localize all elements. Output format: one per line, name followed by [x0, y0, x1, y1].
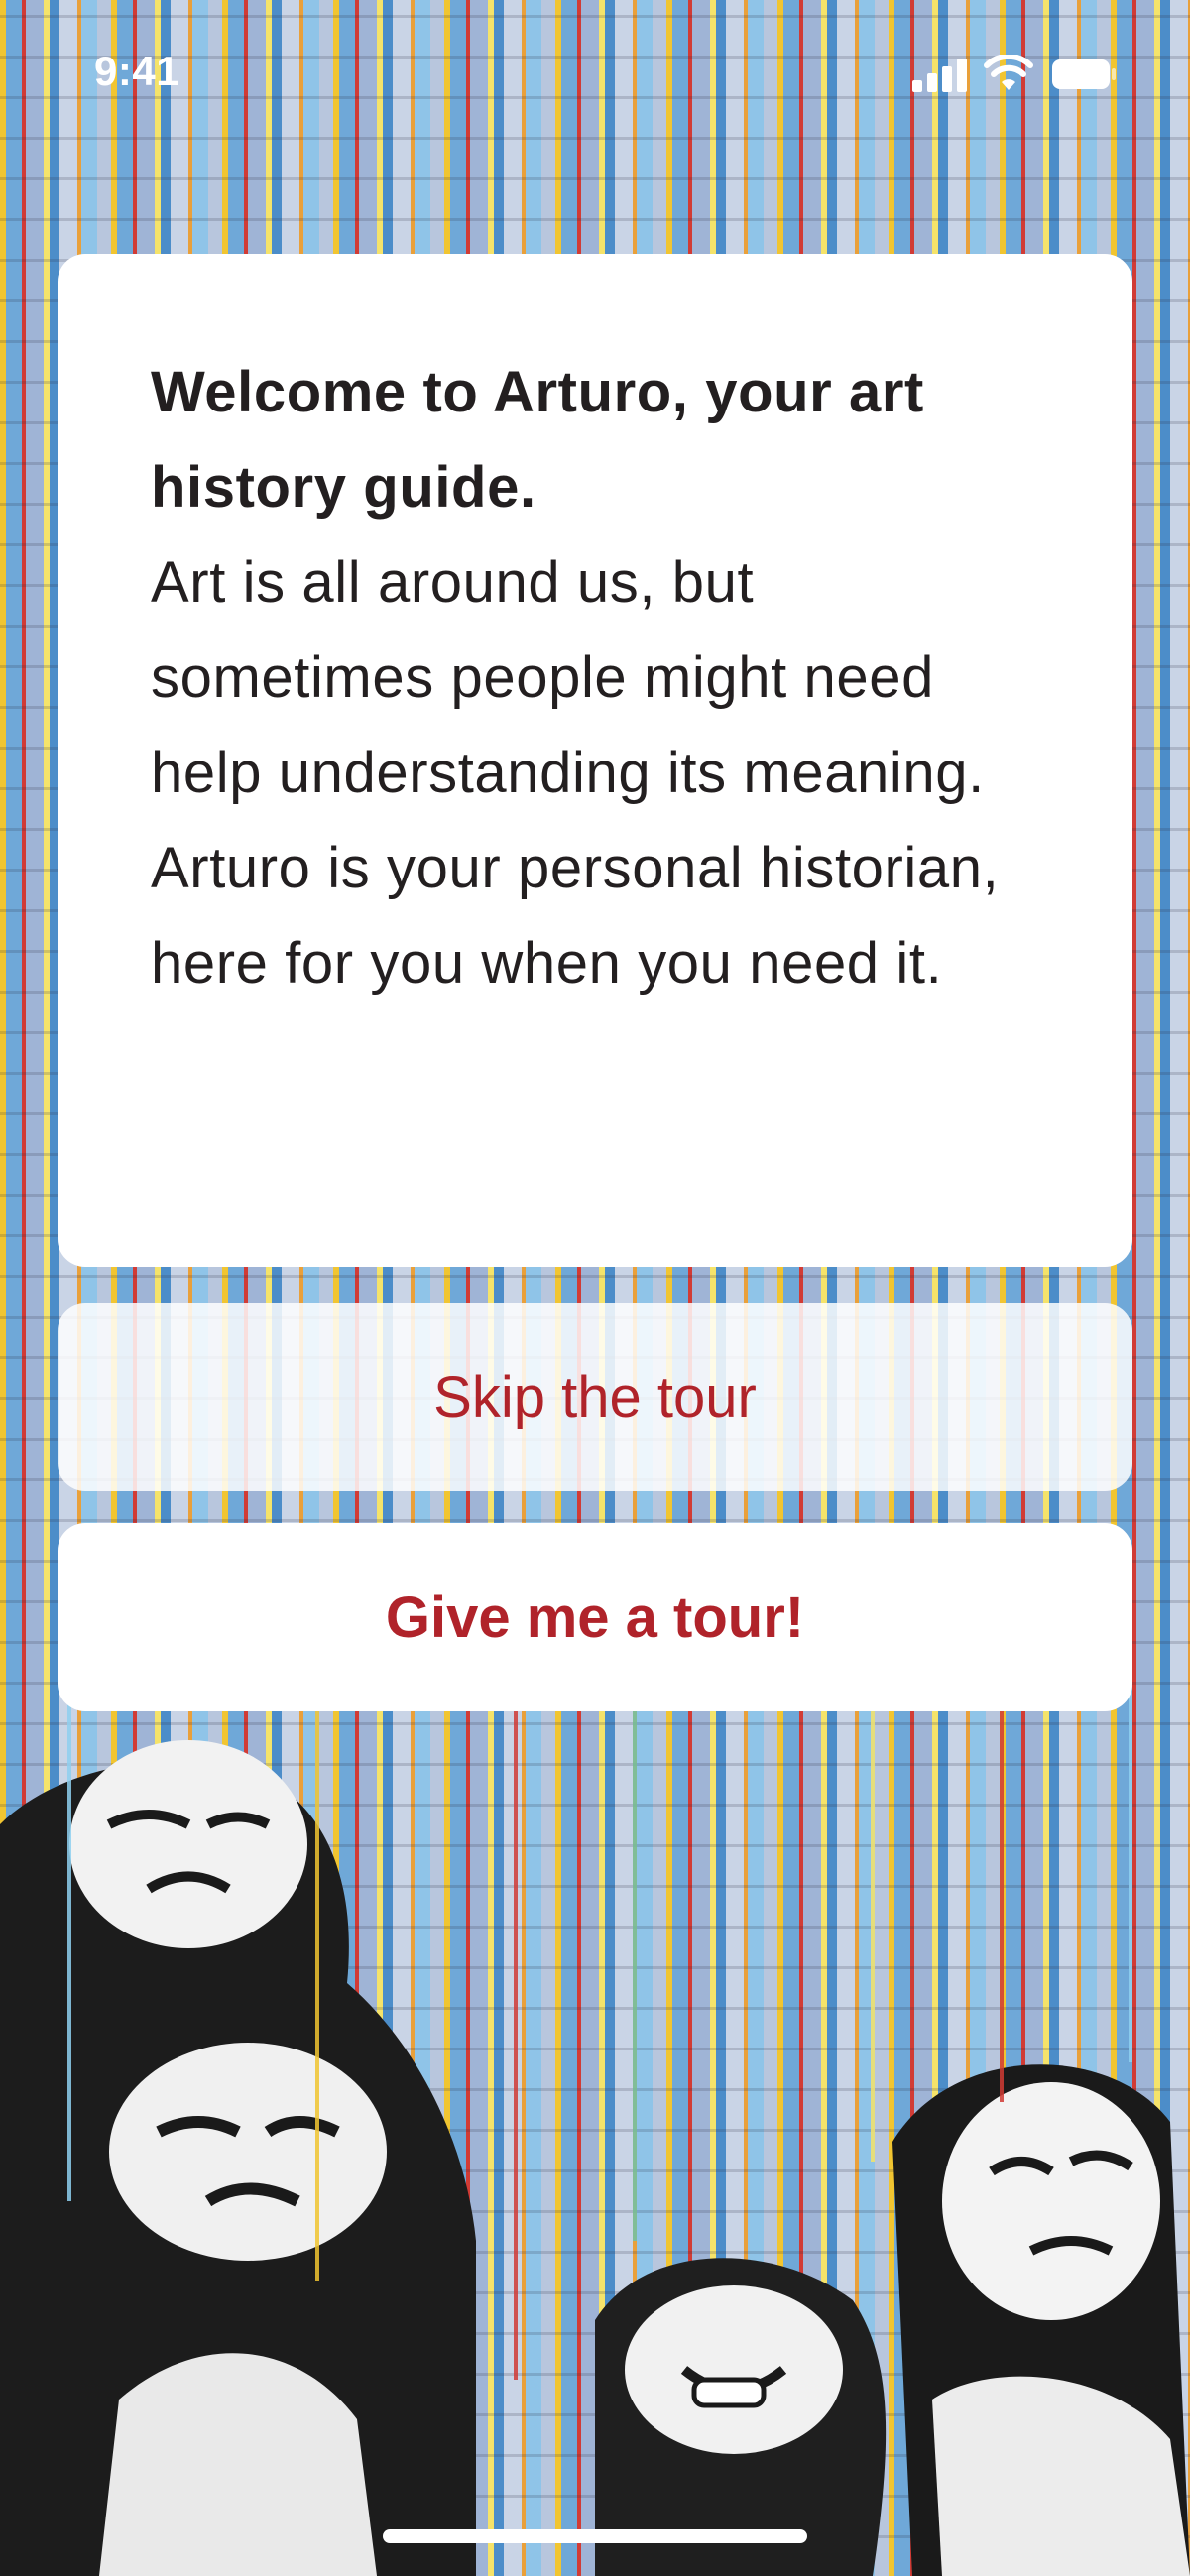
home-indicator[interactable] [383, 2529, 807, 2543]
welcome-title: Welcome to Arturo, your art history guid… [151, 360, 924, 520]
welcome-card: Welcome to Arturo, your art history guid… [58, 254, 1132, 1267]
wifi-icon [984, 55, 1033, 90]
signal-icon [912, 59, 967, 92]
status-bar: 9:41 [0, 0, 1190, 149]
skip-tour-button[interactable]: Skip the tour [58, 1303, 1132, 1491]
status-time: 9:41 [94, 48, 180, 94]
battery-icon [1052, 59, 1116, 89]
welcome-body: Art is all around us, but sometimes peop… [151, 550, 1000, 995]
mural-figures-image [0, 1686, 1190, 2576]
give-tour-button[interactable]: Give me a tour! [58, 1523, 1132, 1711]
status-icons [912, 55, 1121, 94]
